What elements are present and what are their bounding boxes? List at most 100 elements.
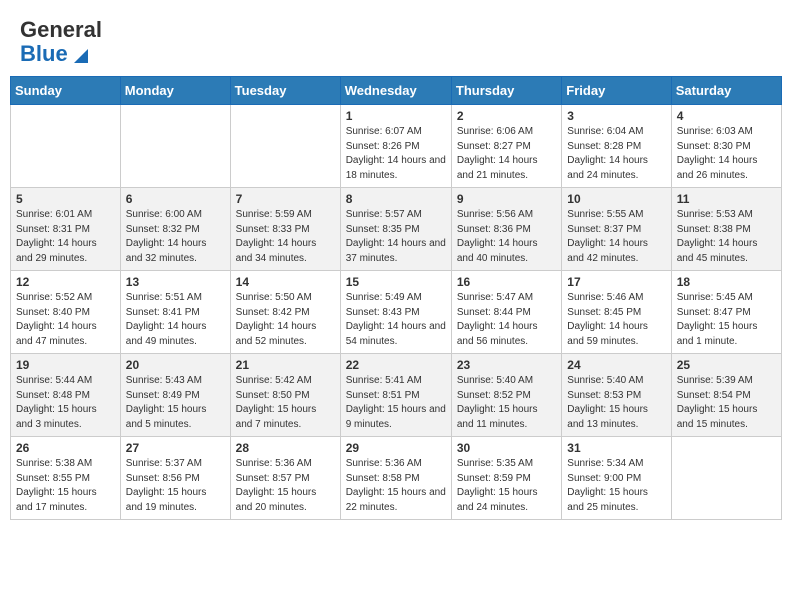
day-content: Sunrise: 5:40 AM Sunset: 8:52 PM Dayligh… (457, 374, 556, 432)
calendar-cell: 21 Sunrise: 5:42 AM Sunset: 8:50 PM Dayli… (230, 354, 340, 437)
calendar-cell: 18Sunrise: 5:45 AM Sunset: 8:47 PM Dayli… (671, 271, 781, 354)
day-content: Sunrise: 6:00 AM Sunset: 8:32 PM Dayligh… (126, 208, 225, 266)
day-number: 23 (457, 358, 556, 372)
day-number: 28 (236, 441, 335, 455)
calendar-header-saturday: Saturday (671, 77, 781, 105)
day-number: 12 (16, 275, 115, 289)
day-content: Sunrise: 5:38 AM Sunset: 8:55 PM Dayligh… (16, 457, 115, 515)
day-content: Sunrise: 5:35 AM Sunset: 8:59 PM Dayligh… (457, 457, 556, 515)
calendar-week-row: 5 Sunrise: 6:01 AM Sunset: 8:31 PM Daylig… (11, 188, 782, 271)
calendar-header-thursday: Thursday (451, 77, 561, 105)
calendar-cell: 2 Sunrise: 6:06 AM Sunset: 8:27 PM Daylig… (451, 105, 561, 188)
calendar-header-monday: Monday (120, 77, 230, 105)
day-number: 14 (236, 275, 335, 289)
day-content: Sunrise: 6:01 AM Sunset: 8:31 PM Dayligh… (16, 208, 115, 266)
day-number: 3 (567, 109, 665, 123)
calendar-header-row: SundayMondayTuesdayWednesdayThursdayFrid… (11, 77, 782, 105)
day-content: Sunrise: 5:46 AM Sunset: 8:45 PM Dayligh… (567, 291, 665, 349)
day-number: 4 (677, 109, 776, 123)
day-number: 10 (567, 192, 665, 206)
page-header: General Blue (10, 10, 782, 72)
day-number: 7 (236, 192, 335, 206)
calendar-cell: 3 Sunrise: 6:04 AM Sunset: 8:28 PM Daylig… (562, 105, 671, 188)
calendar-body: 1 Sunrise: 6:07 AM Sunset: 8:26 PM Daylig… (11, 105, 782, 520)
calendar-cell (230, 105, 340, 188)
day-number: 26 (16, 441, 115, 455)
day-content: Sunrise: 5:56 AM Sunset: 8:36 PM Dayligh… (457, 208, 556, 266)
day-number: 18 (677, 275, 776, 289)
day-number: 8 (346, 192, 446, 206)
calendar-cell: 6 Sunrise: 6:00 AM Sunset: 8:32 PM Daylig… (120, 188, 230, 271)
calendar-cell: 1 Sunrise: 6:07 AM Sunset: 8:26 PM Daylig… (340, 105, 451, 188)
day-content: Sunrise: 6:07 AM Sunset: 8:26 PM Dayligh… (346, 125, 446, 183)
day-content: Sunrise: 5:37 AM Sunset: 8:56 PM Dayligh… (126, 457, 225, 515)
calendar-cell: 15Sunrise: 5:49 AM Sunset: 8:43 PM Dayli… (340, 271, 451, 354)
day-content: Sunrise: 5:57 AM Sunset: 8:35 PM Dayligh… (346, 208, 446, 266)
day-number: 22 (346, 358, 446, 372)
calendar-table: SundayMondayTuesdayWednesdayThursdayFrid… (10, 76, 782, 520)
day-content: Sunrise: 5:51 AM Sunset: 8:41 PM Dayligh… (126, 291, 225, 349)
day-number: 17 (567, 275, 665, 289)
day-content: Sunrise: 6:04 AM Sunset: 8:28 PM Dayligh… (567, 125, 665, 183)
calendar-cell: 13Sunrise: 5:51 AM Sunset: 8:41 PM Dayli… (120, 271, 230, 354)
calendar-cell: 19 Sunrise: 5:44 AM Sunset: 8:48 PM Dayli… (11, 354, 121, 437)
calendar-cell: 8 Sunrise: 5:57 AM Sunset: 8:35 PM Daylig… (340, 188, 451, 271)
calendar-cell: 28 Sunrise: 5:36 AM Sunset: 8:57 PM Dayli… (230, 437, 340, 520)
day-content: Sunrise: 5:43 AM Sunset: 8:49 PM Dayligh… (126, 374, 225, 432)
calendar-cell: 14 Sunrise: 5:50 AM Sunset: 8:42 PM Dayli… (230, 271, 340, 354)
calendar-cell: 4 Sunrise: 6:03 AM Sunset: 8:30 PM Daylig… (671, 105, 781, 188)
day-number: 2 (457, 109, 556, 123)
day-number: 15 (346, 275, 446, 289)
day-content: Sunrise: 5:52 AM Sunset: 8:40 PM Dayligh… (16, 291, 115, 349)
day-number: 30 (457, 441, 556, 455)
logo-blue: Blue (20, 42, 68, 66)
day-number: 29 (346, 441, 446, 455)
day-content: Sunrise: 5:44 AM Sunset: 8:48 PM Dayligh… (16, 374, 115, 432)
day-content: Sunrise: 6:06 AM Sunset: 8:27 PM Dayligh… (457, 125, 556, 183)
day-content: Sunrise: 5:36 AM Sunset: 8:58 PM Dayligh… (346, 457, 446, 515)
day-content: Sunrise: 6:03 AM Sunset: 8:30 PM Dayligh… (677, 125, 776, 183)
day-content: Sunrise: 5:47 AM Sunset: 8:44 PM Dayligh… (457, 291, 556, 349)
day-number: 25 (677, 358, 776, 372)
day-content: Sunrise: 5:41 AM Sunset: 8:51 PM Dayligh… (346, 374, 446, 432)
day-number: 11 (677, 192, 776, 206)
calendar-cell: 16Sunrise: 5:47 AM Sunset: 8:44 PM Dayli… (451, 271, 561, 354)
calendar-week-row: 1 Sunrise: 6:07 AM Sunset: 8:26 PM Daylig… (11, 105, 782, 188)
calendar-cell (671, 437, 781, 520)
calendar-cell: 22 Sunrise: 5:41 AM Sunset: 8:51 PM Dayli… (340, 354, 451, 437)
calendar-cell: 24Sunrise: 5:40 AM Sunset: 8:53 PM Dayli… (562, 354, 671, 437)
logo-general: General (20, 18, 102, 42)
day-content: Sunrise: 5:42 AM Sunset: 8:50 PM Dayligh… (236, 374, 335, 432)
day-number: 6 (126, 192, 225, 206)
day-content: Sunrise: 5:34 AM Sunset: 9:00 PM Dayligh… (567, 457, 665, 515)
day-number: 21 (236, 358, 335, 372)
logo: General Blue (20, 18, 102, 66)
day-number: 19 (16, 358, 115, 372)
calendar-cell: 10Sunrise: 5:55 AM Sunset: 8:37 PM Dayli… (562, 188, 671, 271)
calendar-cell: 29 Sunrise: 5:36 AM Sunset: 8:58 PM Dayli… (340, 437, 451, 520)
calendar-cell: 26 Sunrise: 5:38 AM Sunset: 8:55 PM Dayli… (11, 437, 121, 520)
calendar-cell: 27 Sunrise: 5:37 AM Sunset: 8:56 PM Dayli… (120, 437, 230, 520)
calendar-cell: 20 Sunrise: 5:43 AM Sunset: 8:49 PM Dayli… (120, 354, 230, 437)
day-content: Sunrise: 5:39 AM Sunset: 8:54 PM Dayligh… (677, 374, 776, 432)
day-number: 5 (16, 192, 115, 206)
day-number: 27 (126, 441, 225, 455)
day-content: Sunrise: 5:36 AM Sunset: 8:57 PM Dayligh… (236, 457, 335, 515)
calendar-cell: 17 Sunrise: 5:46 AM Sunset: 8:45 PM Dayli… (562, 271, 671, 354)
calendar-cell: 30 Sunrise: 5:35 AM Sunset: 8:59 PM Dayli… (451, 437, 561, 520)
calendar-cell: 5 Sunrise: 6:01 AM Sunset: 8:31 PM Daylig… (11, 188, 121, 271)
calendar-cell: 25 Sunrise: 5:39 AM Sunset: 8:54 PM Dayli… (671, 354, 781, 437)
day-number: 31 (567, 441, 665, 455)
day-number: 20 (126, 358, 225, 372)
day-content: Sunrise: 5:50 AM Sunset: 8:42 PM Dayligh… (236, 291, 335, 349)
calendar-week-row: 19 Sunrise: 5:44 AM Sunset: 8:48 PM Dayli… (11, 354, 782, 437)
calendar-header-friday: Friday (562, 77, 671, 105)
day-number: 1 (346, 109, 446, 123)
calendar-header-sunday: Sunday (11, 77, 121, 105)
calendar-cell: 23 Sunrise: 5:40 AM Sunset: 8:52 PM Dayli… (451, 354, 561, 437)
calendar-cell: 31 Sunrise: 5:34 AM Sunset: 9:00 PM Dayli… (562, 437, 671, 520)
logo-icon (70, 45, 88, 63)
calendar-cell: 11 Sunrise: 5:53 AM Sunset: 8:38 PM Dayli… (671, 188, 781, 271)
day-content: Sunrise: 5:53 AM Sunset: 8:38 PM Dayligh… (677, 208, 776, 266)
day-number: 9 (457, 192, 556, 206)
